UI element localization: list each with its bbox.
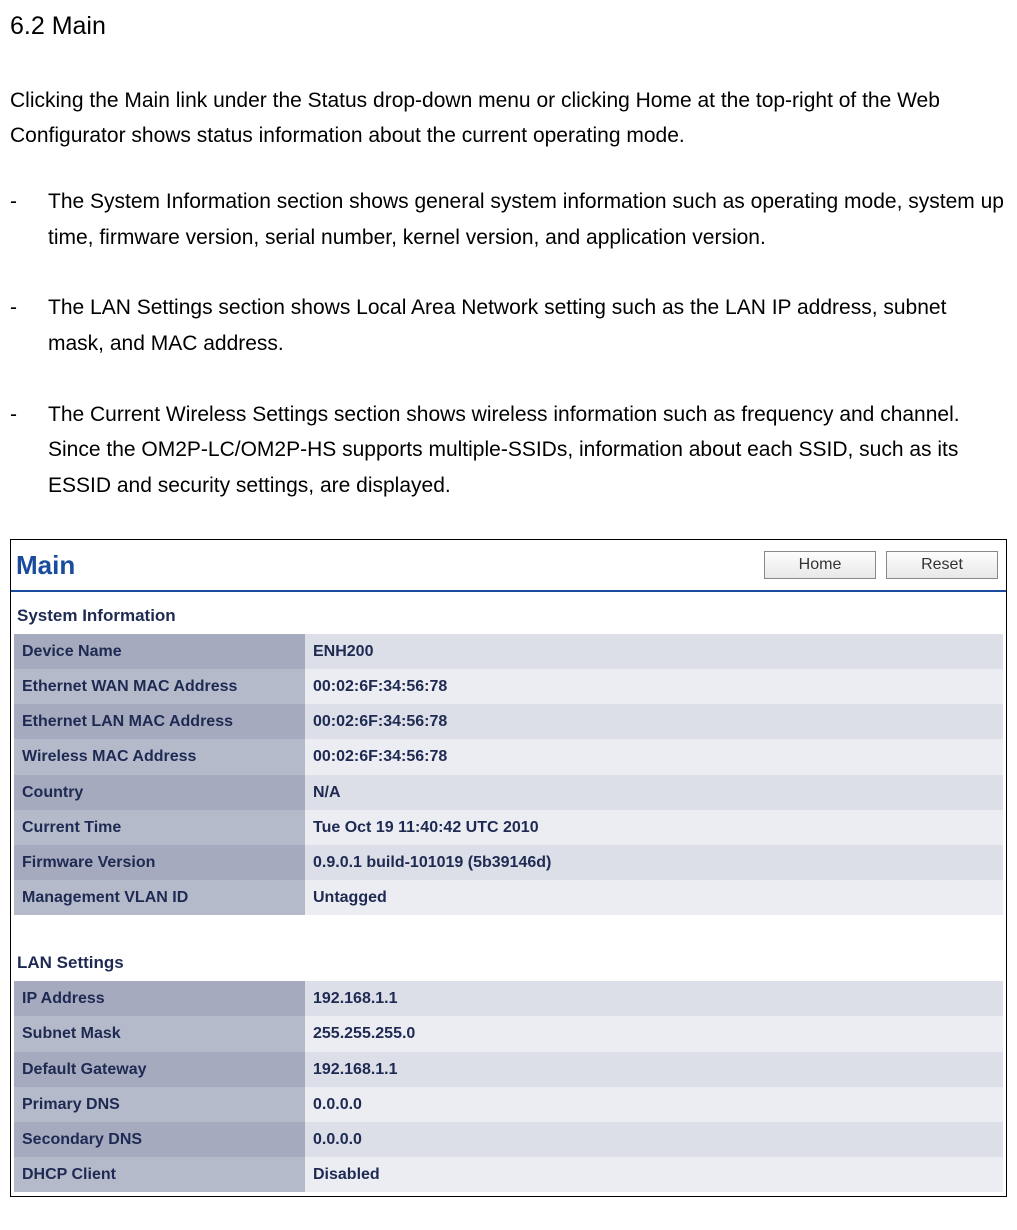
table-row: Primary DNS 0.0.0.0: [14, 1087, 1003, 1122]
bullet-dash: -: [10, 290, 48, 361]
row-value: 0.0.0.0: [305, 1087, 1003, 1122]
row-value: Disabled: [305, 1157, 1003, 1192]
row-value: 255.255.255.0: [305, 1016, 1003, 1051]
row-value: 0.9.0.1 build-101019 (5b39146d): [305, 845, 1003, 880]
row-label: Management VLAN ID: [14, 880, 305, 915]
table-row: Subnet Mask 255.255.255.0: [14, 1016, 1003, 1051]
status-screenshot: Main Home Reset System Information Devic…: [10, 539, 1007, 1198]
header-buttons: Home Reset: [754, 551, 1006, 579]
row-value: Untagged: [305, 880, 1003, 915]
table-row: Country N/A: [14, 775, 1003, 810]
row-value: 192.168.1.1: [305, 981, 1003, 1016]
row-label: Subnet Mask: [14, 1016, 305, 1051]
intro-text: Clicking the Main link under the Status …: [10, 83, 1007, 154]
bullet-text: The LAN Settings section shows Local Are…: [48, 290, 1007, 361]
home-button[interactable]: Home: [764, 551, 876, 579]
bullet-item: - The System Information section shows g…: [10, 184, 1007, 255]
row-label: Ethernet WAN MAC Address: [14, 669, 305, 704]
row-label: Country: [14, 775, 305, 810]
bullet-dash: -: [10, 184, 48, 255]
bullet-text: The Current Wireless Settings section sh…: [48, 397, 1007, 504]
table-row: Ethernet WAN MAC Address 00:02:6F:34:56:…: [14, 669, 1003, 704]
row-value: 00:02:6F:34:56:78: [305, 669, 1003, 704]
row-value: ENH200: [305, 634, 1003, 669]
bullet-item: - The Current Wireless Settings section …: [10, 397, 1007, 504]
row-value: Tue Oct 19 11:40:42 UTC 2010: [305, 810, 1003, 845]
row-value: N/A: [305, 775, 1003, 810]
lan-settings-heading: LAN Settings: [14, 945, 1003, 981]
row-label: Ethernet LAN MAC Address: [14, 704, 305, 739]
table-row: Default Gateway 192.168.1.1: [14, 1052, 1003, 1087]
table-row: Current Time Tue Oct 19 11:40:42 UTC 201…: [14, 810, 1003, 845]
row-label: DHCP Client: [14, 1157, 305, 1192]
table-row: Firmware Version 0.9.0.1 build-101019 (5…: [14, 845, 1003, 880]
row-value: 0.0.0.0: [305, 1122, 1003, 1157]
row-label: IP Address: [14, 981, 305, 1016]
page-title: Main: [11, 540, 80, 590]
bullet-item: - The LAN Settings section shows Local A…: [10, 290, 1007, 361]
row-label: Primary DNS: [14, 1087, 305, 1122]
system-info-table: Device Name ENH200 Ethernet WAN MAC Addr…: [14, 634, 1003, 916]
row-label: Secondary DNS: [14, 1122, 305, 1157]
row-value: 192.168.1.1: [305, 1052, 1003, 1087]
row-value: 00:02:6F:34:56:78: [305, 739, 1003, 774]
table-row: Wireless MAC Address 00:02:6F:34:56:78: [14, 739, 1003, 774]
reset-button[interactable]: Reset: [886, 551, 998, 579]
row-label: Current Time: [14, 810, 305, 845]
bullet-list: - The System Information section shows g…: [10, 184, 1007, 504]
status-header: Main Home Reset: [11, 540, 1006, 592]
table-row: DHCP Client Disabled: [14, 1157, 1003, 1192]
table-row: Secondary DNS 0.0.0.0: [14, 1122, 1003, 1157]
row-label: Device Name: [14, 634, 305, 669]
system-info-heading: System Information: [14, 598, 1003, 634]
row-label: Default Gateway: [14, 1052, 305, 1087]
table-row: Management VLAN ID Untagged: [14, 880, 1003, 915]
table-row: Ethernet LAN MAC Address 00:02:6F:34:56:…: [14, 704, 1003, 739]
bullet-dash: -: [10, 397, 48, 504]
section-heading: 6.2 Main: [10, 5, 1007, 48]
table-row: IP Address 192.168.1.1: [14, 981, 1003, 1016]
row-label: Firmware Version: [14, 845, 305, 880]
lan-settings-table: IP Address 192.168.1.1 Subnet Mask 255.2…: [14, 981, 1003, 1192]
row-label: Wireless MAC Address: [14, 739, 305, 774]
bullet-text: The System Information section shows gen…: [48, 184, 1007, 255]
status-body: System Information Device Name ENH200 Et…: [11, 592, 1006, 1196]
table-row: Device Name ENH200: [14, 634, 1003, 669]
row-value: 00:02:6F:34:56:78: [305, 704, 1003, 739]
